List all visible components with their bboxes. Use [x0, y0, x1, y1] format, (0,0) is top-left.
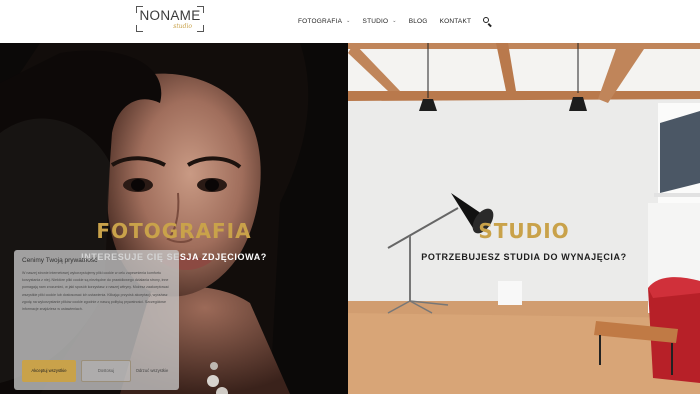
nav-item-blog[interactable]: BLOG	[409, 18, 428, 25]
nav-item-fotografia[interactable]: FOTOGRAFIA ⌄	[298, 18, 351, 25]
nav-item-label: STUDIO	[362, 17, 389, 25]
search-icon[interactable]	[483, 16, 492, 27]
nav-item-studio[interactable]: STUDIO ⌄	[363, 18, 397, 25]
cookie-consent-box: Cenimy Twoją prywatność W naszej stronie…	[14, 250, 179, 390]
main-nav: FOTOGRAFIA ⌄ STUDIO ⌄ BLOG KONTAKT	[298, 16, 492, 27]
logo-corner	[136, 25, 143, 32]
hero-panel-studio[interactable]: STUDIO POTRZEBUJESZ STUDIA DO WYNAJĘCIA?	[348, 43, 700, 394]
nav-item-kontakt[interactable]: KONTAKT	[440, 18, 472, 25]
cookie-title: Cenimy Twoją prywatność	[22, 257, 98, 264]
logo-wordmark: NONAME	[139, 8, 201, 23]
hero-title-studio: STUDIO	[478, 219, 570, 243]
nav-item-label: KONTAKT	[439, 17, 472, 25]
chevron-down-icon: ⌄	[392, 18, 397, 24]
cookie-accept-button[interactable]: Akceptuj wszystkie	[22, 360, 76, 382]
nav-item-label: BLOG	[408, 17, 428, 25]
cookie-buttons: Akceptuj wszystkie Dostosuj Odrzuć wszys…	[22, 360, 170, 382]
nav-item-label: FOTOGRAFIA	[298, 17, 343, 25]
cookie-settings-button[interactable]: Dostosuj	[81, 360, 131, 382]
site-header: NONAME studio FOTOGRAFIA ⌄ STUDIO ⌄ BLOG…	[0, 0, 700, 43]
site-logo[interactable]: NONAME studio	[136, 6, 204, 32]
cookie-text: W naszej stronie internetowej wykorzystu…	[22, 271, 169, 312]
chevron-down-icon: ⌄	[346, 18, 351, 24]
logo-corner	[197, 25, 204, 32]
logo-subtext: studio	[173, 23, 192, 30]
hero-subtitle-studio: POTRZEBUJESZ STUDIA DO WYNAJĘCIA?	[421, 252, 627, 262]
cookie-reject-button[interactable]: Odrzuć wszystkie	[134, 360, 170, 382]
hero-title-fotografia: FOTOGRAFIA	[96, 219, 252, 243]
